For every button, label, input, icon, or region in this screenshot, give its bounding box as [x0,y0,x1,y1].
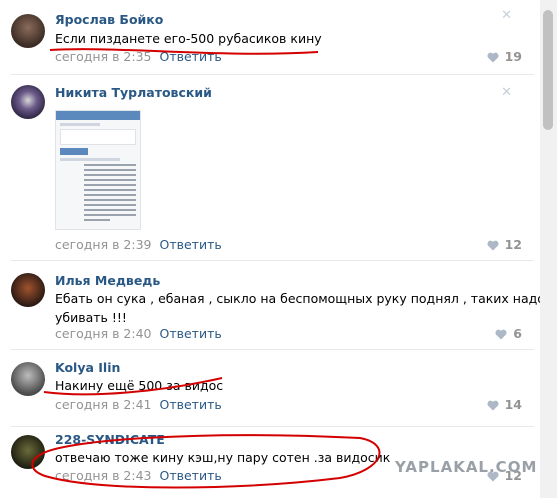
comment-meta: сегодня в 2:41 Ответить [55,397,222,412]
close-icon[interactable]: ✕ [501,8,512,23]
watermark: YAPLAKAL.COM [395,458,538,476]
scrollbar-thumb[interactable] [543,10,553,130]
comment-time[interactable]: сегодня в 2:35 [55,49,152,64]
like-count: 6 [513,326,522,341]
reply-button[interactable]: Ответить [160,49,222,64]
like-button[interactable]: 19 [487,49,522,64]
avatar[interactable] [11,435,45,469]
comment-time[interactable]: сегодня в 2:39 [55,237,152,252]
heart-icon [495,329,507,340]
avatar[interactable] [11,85,45,119]
comment-text: Накину ещё 500 за видос [55,378,224,393]
comment-item: Илья Медведь Ебать он сука , ебаная , сы… [0,261,545,349]
like-button[interactable]: 12 [487,237,522,252]
avatar[interactable] [11,14,45,48]
close-icon[interactable]: ✕ [501,85,512,100]
comment-text: Ебать он сука , ебаная , сыкло на беспом… [55,289,545,327]
author-name[interactable]: Никита Турлатовский [55,85,212,100]
comment-time[interactable]: сегодня в 2:40 [55,326,152,341]
comment-meta: сегодня в 2:40 Ответить [55,326,222,341]
avatar[interactable] [11,273,45,307]
avatar[interactable] [11,362,45,396]
reply-button[interactable]: Ответить [160,397,222,412]
comment-text-line: Ебать он сука , ебаная , сыкло на беспом… [55,291,545,306]
comment-item: Ярослав Бойко ✕ Если пизданете его-500 р… [0,0,540,75]
like-count: 12 [504,237,522,252]
comment-meta: сегодня в 2:43 Ответить [55,468,222,483]
heart-icon [487,400,499,411]
comment-item: Kolya Ilin Накину ещё 500 за видос сегод… [0,350,540,427]
comment-text-line: убивать !!! [55,310,127,325]
like-count: 19 [504,49,522,64]
like-count: 14 [504,397,522,412]
comment-text: отвечаю тоже кину кэш,ну пару сотен .за … [55,450,391,465]
author-name[interactable]: 228-SYNDICATE [55,432,165,447]
author-name[interactable]: Kolya Ilin [55,360,120,375]
reply-button[interactable]: Ответить [160,237,222,252]
comment-text: Если пизданете его-500 рубасиков кину [55,31,322,46]
scrollbar[interactable] [540,0,557,498]
comment-meta: сегодня в 2:39 Ответить [55,237,222,252]
comment-meta: сегодня в 2:35 Ответить [55,49,222,64]
screenshot-attachment[interactable] [55,110,141,230]
author-name[interactable]: Илья Медведь [55,273,160,288]
comment-time[interactable]: сегодня в 2:43 [55,468,152,483]
like-button[interactable]: 14 [487,397,522,412]
reply-button[interactable]: Ответить [160,468,222,483]
comment-time[interactable]: сегодня в 2:41 [55,397,152,412]
heart-icon [487,240,499,251]
like-button[interactable]: 6 [495,326,522,341]
heart-icon [487,52,499,63]
author-name[interactable]: Ярослав Бойко [55,12,163,27]
reply-button[interactable]: Ответить [160,326,222,341]
